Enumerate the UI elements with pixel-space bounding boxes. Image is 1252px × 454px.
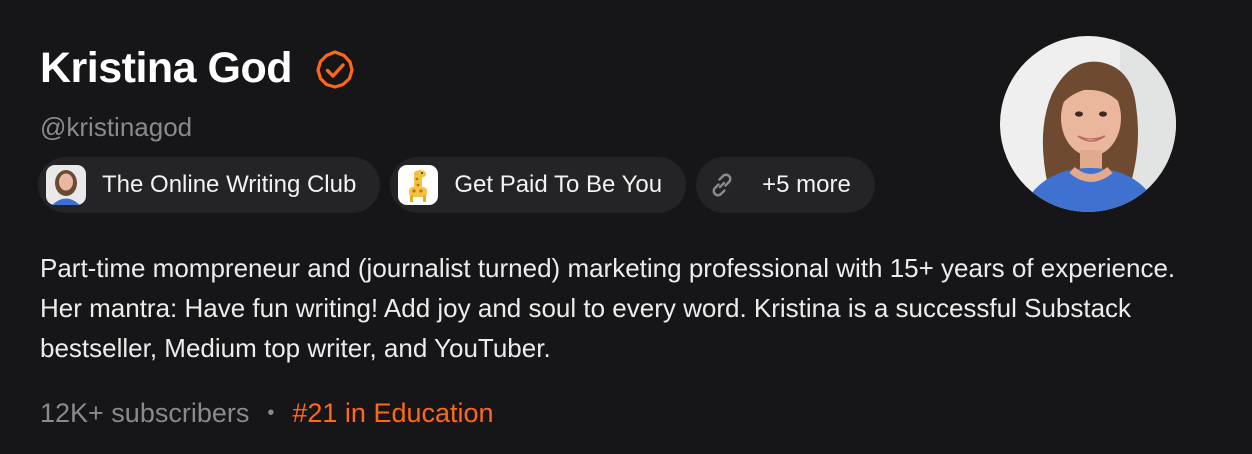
profile-bio: Part-time mompreneur and (journalist tur… (40, 253, 1176, 363)
publication-list: The Online Writing Club Get Paid To Be Y… (38, 157, 875, 213)
more-links-button[interactable]: +5 more (696, 157, 875, 213)
profile-handle: @kristinagod (40, 112, 193, 142)
more-links-label: +5 more (762, 171, 851, 198)
publication-label: The Online Writing Club (102, 171, 357, 198)
profile-name: Kristina God (40, 43, 293, 92)
publication-label: Get Paid To Be You (454, 171, 663, 198)
profile-stats: 12K+ subscribers • #21 in Education (40, 398, 494, 429)
category-rank-link[interactable]: #21 in Education (292, 398, 493, 429)
author-photo-icon (46, 165, 86, 205)
publication-get-paid-to-be-you[interactable]: Get Paid To Be You (390, 157, 687, 213)
name-row: Kristina God (40, 40, 356, 96)
avatar (1000, 36, 1176, 212)
separator-dot: • (267, 402, 275, 424)
publication-online-writing-club[interactable]: The Online Writing Club (38, 157, 381, 213)
verified-badge-icon (314, 49, 356, 91)
giraffe-logo-icon (398, 165, 439, 205)
subscriber-count: 12K+ subscribers (40, 398, 250, 428)
link-icon (706, 169, 738, 201)
